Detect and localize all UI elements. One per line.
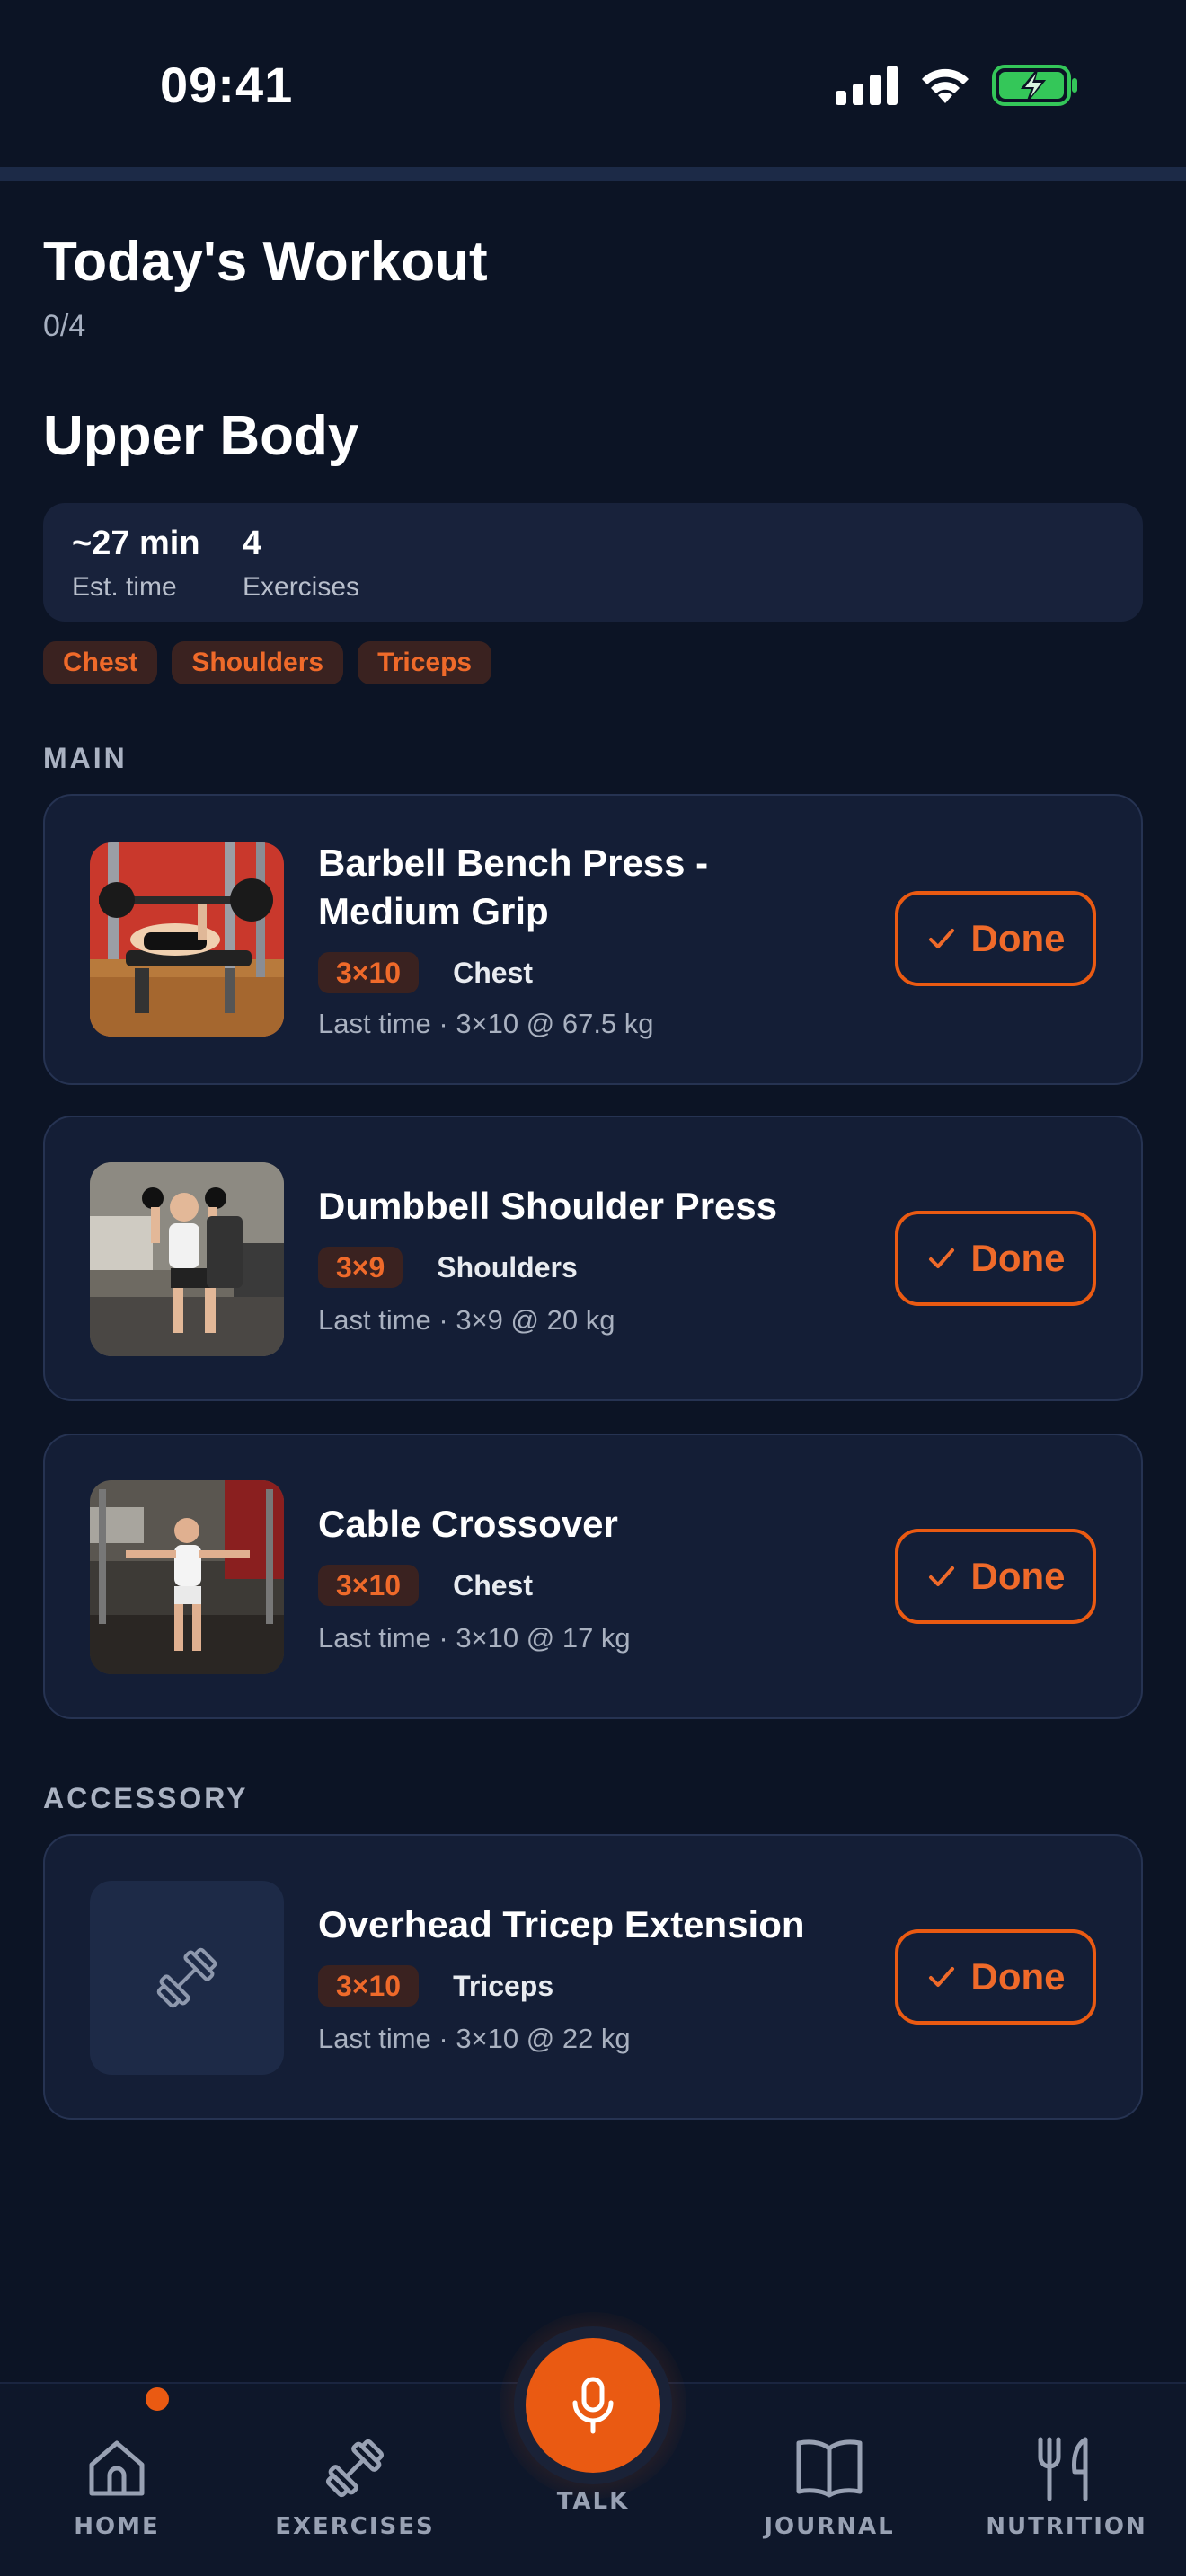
microphone-icon [572, 2377, 614, 2434]
sets-badge: 3×9 [318, 1247, 403, 1288]
workout-stats-card: ~27 min Est. time 4 Exercises [43, 503, 1143, 622]
sets-badge: 3×10 [318, 952, 420, 993]
exercise-thumbnail [90, 1480, 284, 1674]
check-icon [928, 1967, 954, 1987]
workout-progress-bar [0, 167, 1186, 181]
workout-screen: 09:41 Today's Workout 0/4 Upper Body ~27… [0, 0, 1186, 2576]
exercise-thumbnail-placeholder [90, 1881, 284, 2075]
exercise-count-stat: 4 Exercises [243, 525, 359, 603]
exercise-muscle: Chest [453, 956, 533, 989]
nav-home[interactable]: HOME [18, 2384, 216, 2576]
wifi-icon [922, 68, 969, 103]
last-time: Last time · 3×10 @ 67.5 kg [318, 1008, 654, 1039]
exercise-count-label: Exercises [243, 572, 360, 602]
section-label-accessory: ACCESSORY [43, 1782, 249, 1814]
talk-button-inner [526, 2338, 660, 2473]
done-button[interactable]: Done [895, 1211, 1096, 1306]
check-icon [928, 929, 954, 948]
exercise-count-value: 4 [243, 525, 262, 562]
muscle-tags: Chest Shoulders Triceps [43, 641, 492, 684]
sets-badge: 3×10 [318, 1965, 420, 2007]
exercise-muscle: Triceps [453, 1969, 554, 2002]
section-label-main: MAIN [43, 742, 128, 774]
exercise-meta: 3×10 Chest [318, 952, 533, 993]
dumbbell-icon [321, 2434, 389, 2502]
exercise-meta: 3×10 Triceps [318, 1965, 553, 2007]
book-icon [795, 2434, 863, 2502]
nav-talk-label: TALK [556, 2488, 630, 2515]
nav-nutrition-label: NUTRITION [986, 2513, 1147, 2540]
nav-exercises-label: EXERCISES [275, 2513, 435, 2540]
done-label: Done [970, 1237, 1066, 1279]
muscle-tag: Shoulders [172, 641, 344, 684]
progress-count: 0/4 [43, 309, 86, 343]
check-icon [928, 1248, 954, 1268]
exercise-name: Dumbbell Shoulder Press [318, 1185, 778, 1227]
battery-charging-icon [992, 65, 1077, 106]
utensils-icon [1035, 2434, 1098, 2502]
last-time: Last time · 3×9 @ 20 kg [318, 1304, 615, 1336]
exercise-meta: 3×10 Chest [318, 1565, 533, 1606]
est-time-stat: ~27 min Est. time [72, 525, 200, 603]
est-time-label: Est. time [72, 572, 177, 602]
signal-icon [836, 66, 898, 105]
exercise-name: Barbell Bench Press - Medium Grip [318, 842, 709, 932]
exercise-card[interactable]: Cable Crossover 3×10 Chest Last time · 3… [43, 1434, 1143, 1719]
done-label: Done [970, 1955, 1066, 1998]
nav-home-label: HOME [74, 2513, 160, 2540]
nav-nutrition[interactable]: NUTRITION [968, 2384, 1165, 2576]
est-time-value: ~27 min [72, 525, 200, 562]
exercise-card[interactable]: Overhead Tricep Extension 3×10 Triceps L… [43, 1834, 1143, 2120]
status-time: 09:41 [160, 57, 294, 113]
exercise-muscle: Shoulders [437, 1250, 578, 1284]
nav-exercises[interactable]: EXERCISES [256, 2384, 454, 2576]
last-time: Last time · 3×10 @ 17 kg [318, 1622, 631, 1654]
home-notification-dot [146, 2387, 169, 2411]
exercise-thumbnail [90, 842, 284, 1037]
page-title: Today's Workout [43, 231, 488, 293]
done-label: Done [970, 917, 1066, 959]
exercise-muscle: Chest [453, 1568, 533, 1601]
status-icons [836, 65, 1078, 106]
dumbbell-icon [156, 1947, 217, 2008]
last-time: Last time · 3×10 @ 22 kg [318, 2023, 631, 2054]
exercise-name: Cable Crossover [318, 1503, 618, 1545]
done-label: Done [970, 1555, 1066, 1597]
workout-name: Upper Body [43, 405, 359, 467]
status-bar: 09:41 [0, 0, 1186, 167]
home-icon [84, 2434, 149, 2502]
exercise-card[interactable]: Dumbbell Shoulder Press 3×9 Shoulders La… [43, 1116, 1143, 1401]
done-button[interactable]: Done [895, 891, 1096, 986]
check-icon [928, 1566, 954, 1586]
exercise-thumbnail [90, 1162, 284, 1356]
exercise-meta: 3×9 Shoulders [318, 1247, 578, 1288]
talk-button[interactable] [514, 2326, 672, 2484]
nav-journal-label: JOURNAL [764, 2513, 895, 2540]
nav-journal[interactable]: JOURNAL [730, 2384, 928, 2576]
sets-badge: 3×10 [318, 1565, 420, 1606]
exercise-card[interactable]: Barbell Bench Press - Medium Grip 3×10 C… [43, 794, 1143, 1085]
done-button[interactable]: Done [895, 1529, 1096, 1624]
muscle-tag: Triceps [358, 641, 492, 684]
exercise-name: Overhead Tricep Extension [318, 1903, 805, 1945]
muscle-tag: Chest [43, 641, 158, 684]
done-button[interactable]: Done [895, 1929, 1096, 2025]
